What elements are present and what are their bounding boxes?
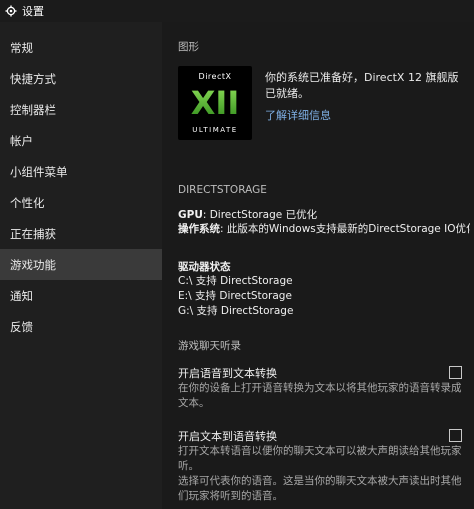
- gpu-status: GPU: DirectStorage 已优化: [178, 207, 317, 222]
- drive-status-c: C:\ 支持 DirectStorage: [178, 275, 293, 287]
- text-to-speech-description: 打开文本转语音以便你的聊天文本可以被大声朗读给其他玩家听。: [178, 445, 462, 472]
- gpu-label: GPU: [178, 209, 203, 221]
- speech-to-text-description: 在你的设备上打开语音转换为文本以将其他玩家的语音转录成文本。: [178, 382, 462, 409]
- sidebar-item-capturing[interactable]: 正在捕获: [0, 218, 162, 249]
- sidebar-item-widget-menu[interactable]: 小组件菜单: [0, 156, 162, 187]
- directx-ready-text: 你的系统已准备好，DirectX 12 旗舰版已就绪。: [265, 71, 459, 100]
- os-value: : 此版本的Windows支持最新的DirectStorage IO优化: [220, 223, 474, 235]
- os-label: 操作系统: [178, 223, 220, 235]
- game-chat-section-title: 游戏聊天听录: [178, 340, 241, 352]
- directx-xii-mark-icon: XII: [191, 84, 239, 119]
- logo-top-text: DirectX: [198, 72, 232, 81]
- sidebar-item-general[interactable]: 常规: [0, 32, 162, 63]
- sidebar-item-label: 通知: [10, 288, 33, 303]
- drive-status-g: G:\ 支持 DirectStorage: [178, 305, 294, 317]
- svg-text:XII: XII: [191, 84, 239, 119]
- logo-bottom-text: ULTIMATE: [192, 126, 238, 134]
- sidebar-item-controller-bar[interactable]: 控制器栏: [0, 94, 162, 125]
- text-to-speech-checkbox[interactable]: [449, 429, 462, 442]
- sidebar: 常规 快捷方式 控制器栏 帐户 小组件菜单 个性化 正在捕获 游戏功能 通知 反…: [0, 22, 162, 509]
- speech-to-text-title: 开启语音到文本转换: [178, 367, 277, 380]
- gpu-value: : DirectStorage 已优化: [202, 209, 318, 221]
- sidebar-item-label: 控制器栏: [10, 102, 56, 117]
- main-content: 图形 DirectX XII ULTIMATE 你的系统已准备好，DirectX…: [162, 22, 474, 509]
- voice-selection-description: 选择可代表你的语音。这是当你的聊天文本被大声读出时其他们玩家将听到的语音。: [178, 475, 462, 502]
- directx-logo: DirectX XII ULTIMATE: [178, 66, 252, 140]
- sidebar-item-feedback[interactable]: 反馈: [0, 311, 162, 342]
- sidebar-item-label: 小组件菜单: [10, 164, 68, 179]
- text-to-speech-title: 开启文本到语音转换: [178, 430, 277, 443]
- sidebar-item-gaming-features[interactable]: 游戏功能: [0, 249, 162, 280]
- window-title: 设置: [22, 5, 44, 18]
- learn-more-link[interactable]: 了解详细信息: [265, 107, 331, 123]
- sidebar-item-shortcuts[interactable]: 快捷方式: [0, 63, 162, 94]
- gear-icon: [5, 5, 17, 17]
- scrollbar[interactable]: [470, 22, 474, 509]
- sidebar-item-label: 帐户: [10, 133, 33, 148]
- title-bar: 设置: [0, 0, 474, 22]
- sidebar-item-label: 快捷方式: [10, 71, 56, 86]
- os-status: 操作系统: 此版本的Windows支持最新的DirectStorage IO优化: [178, 221, 474, 236]
- drive-status-e: E:\ 支持 DirectStorage: [178, 290, 292, 302]
- sidebar-item-notifications[interactable]: 通知: [0, 280, 162, 311]
- sidebar-item-label: 正在捕获: [10, 226, 56, 241]
- speech-to-text-checkbox[interactable]: [449, 366, 462, 379]
- graphics-section-title: 图形: [178, 41, 199, 53]
- directstorage-section-title: DIRECTSTORAGE: [178, 184, 267, 196]
- sidebar-item-personalization[interactable]: 个性化: [0, 187, 162, 218]
- sidebar-item-account[interactable]: 帐户: [0, 125, 162, 156]
- drive-status-title: 驱动器状态: [178, 261, 231, 273]
- sidebar-item-label: 反馈: [10, 319, 33, 334]
- sidebar-item-label: 常规: [10, 40, 33, 55]
- sidebar-item-label: 游戏功能: [10, 257, 56, 272]
- sidebar-item-label: 个性化: [10, 195, 45, 210]
